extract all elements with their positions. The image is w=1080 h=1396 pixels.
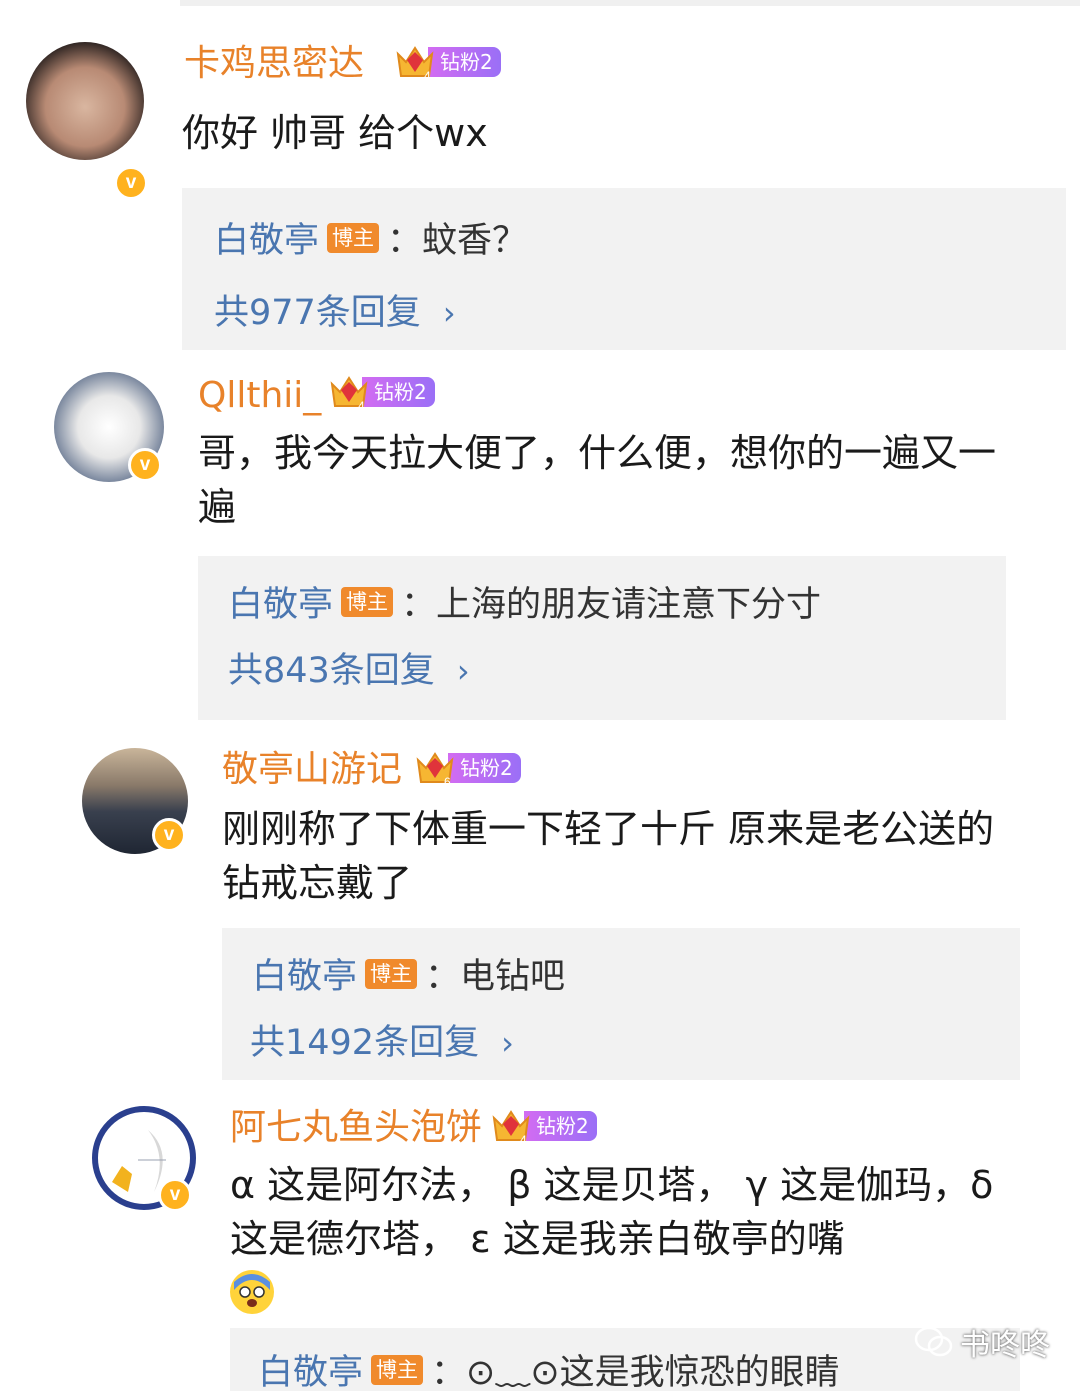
blogger-badge: 博主 — [341, 587, 394, 617]
username[interactable]: Qllthii_ — [198, 374, 321, 418]
svg-text:4: 4 — [424, 69, 431, 82]
fan-badge: 4 钻粉2 — [490, 1108, 597, 1146]
reply-box[interactable]: 白敬亭 博主 ：电钻吧 共1492条回复 › — [222, 928, 1020, 1080]
comment-text: α 这是阿尔法， β 这是贝塔， γ 这是伽玛，δ 这是德尔塔， ε 这是我亲白… — [230, 1163, 994, 1261]
wechat-icon — [914, 1326, 953, 1357]
crown-icon: 4 — [396, 46, 434, 82]
svg-text:4: 4 — [358, 399, 365, 412]
reply-text: 上海的朋友请注意下分寸 — [436, 585, 822, 625]
avatar[interactable]: v — [54, 372, 164, 482]
crown-icon: 4 — [492, 1110, 530, 1146]
reply-line: 白敬亭 博主 ：上海的朋友请注意下分寸 — [228, 582, 821, 628]
fan-badge: 4 钻粉2 — [394, 44, 501, 82]
top-divider — [180, 0, 1080, 6]
fan-badge-label: 钻粉2 — [448, 753, 521, 783]
reply-author[interactable]: 白敬亭 — [214, 221, 319, 261]
reply-count: 共1492条回复 — [250, 1023, 480, 1063]
reply-text: 蚊香？ — [422, 221, 528, 261]
reply-separator: ： — [387, 221, 423, 261]
blogger-badge: 博主 — [327, 223, 380, 253]
svg-text:4: 4 — [520, 1133, 527, 1146]
verified-icon: v — [158, 1178, 192, 1212]
username[interactable]: 阿七丸鱼头泡饼 — [230, 1106, 482, 1150]
comment-text: 你好 帅哥 给个wx — [182, 111, 488, 155]
reply-line: 白敬亭 博主 ：蚊香？ — [214, 218, 527, 264]
reply-count-link[interactable]: 共843条回复 › — [228, 648, 470, 694]
avatar[interactable]: v — [26, 42, 148, 200]
username[interactable]: 敬亭山游记 — [222, 748, 402, 792]
blogger-badge: 博主 — [365, 959, 418, 989]
reply-count-link[interactable]: 共977条回复 › — [214, 290, 456, 336]
chevron-right-icon: › — [501, 1024, 514, 1062]
reply-author[interactable]: 白敬亭 — [252, 957, 357, 997]
comment-text: 哥，我今天拉大便了，什么便，想你的一遍又一遍 — [198, 431, 997, 529]
reply-author[interactable]: 白敬亭 — [228, 585, 333, 625]
chevron-right-icon: › — [456, 652, 470, 690]
reply-text: 电钻吧 — [460, 957, 566, 997]
svg-text:6: 6 — [444, 775, 451, 788]
fan-badge: 4 钻粉2 — [328, 374, 435, 412]
avatar[interactable]: v — [92, 1106, 196, 1212]
watermark: 书咚咚 — [914, 1320, 1050, 1364]
verified-icon: v — [128, 448, 162, 482]
reply-line: 白敬亭 博主 ：电钻吧 — [252, 954, 565, 1000]
blogger-badge: 博主 — [371, 1355, 424, 1385]
chevron-right-icon: › — [442, 294, 456, 332]
reply-text: ⊙﹏⊙这是我惊恐的眼睛 — [466, 1353, 840, 1393]
reply-separator: ： — [425, 957, 461, 997]
crown-icon: 4 — [330, 376, 368, 412]
reply-count: 共843条回复 — [228, 651, 435, 691]
shocked-emoji-icon — [230, 1270, 274, 1314]
reply-author[interactable]: 白敬亭 — [258, 1353, 363, 1393]
watermark-text: 书咚咚 — [960, 1328, 1050, 1363]
reply-separator: ： — [431, 1353, 467, 1393]
reply-count: 共977条回复 — [214, 293, 421, 333]
fan-badge-label: 钻粉2 — [362, 377, 435, 407]
comment-text: 刚刚称了下体重一下轻了十斤 原来是老公送的钻戒忘戴了 — [222, 807, 995, 905]
reply-separator: ： — [401, 585, 437, 625]
reply-count-link[interactable]: 共1492条回复 › — [250, 1020, 514, 1066]
reply-box[interactable]: 白敬亭 博主 ：上海的朋友请注意下分寸 共843条回复 › — [198, 556, 1006, 720]
verified-icon: v — [152, 818, 186, 852]
verified-icon: v — [114, 166, 148, 200]
reply-box[interactable]: 白敬亭 博主 ：⊙﹏⊙这是我惊恐的眼睛 — [230, 1328, 1020, 1393]
avatar[interactable]: v — [82, 748, 188, 854]
crown-icon: 6 — [416, 752, 454, 788]
fan-badge: 6 钻粉2 — [414, 750, 521, 788]
username[interactable]: 卡鸡思密达 — [184, 42, 364, 86]
reply-box[interactable]: 白敬亭 博主 ：蚊香？ 共977条回复 › — [182, 188, 1066, 350]
fan-badge-label: 钻粉2 — [524, 1111, 597, 1141]
reply-line: 白敬亭 博主 ：⊙﹏⊙这是我惊恐的眼睛 — [258, 1350, 840, 1396]
fan-badge-label: 钻粉2 — [428, 47, 501, 77]
